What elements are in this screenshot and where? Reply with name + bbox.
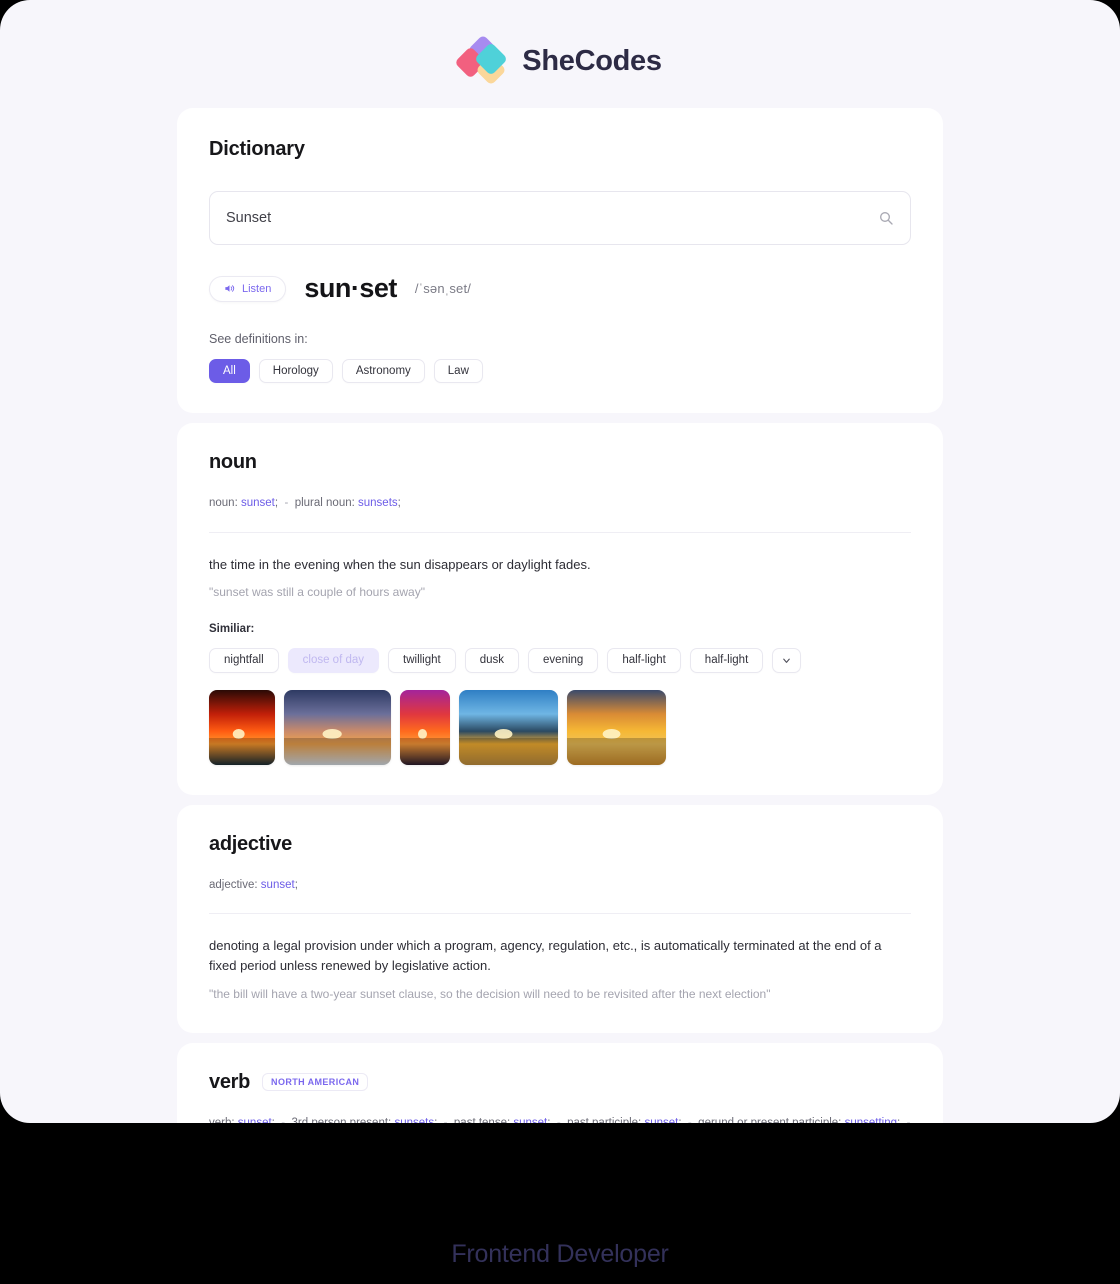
synonym-chip[interactable]: close of day <box>287 647 380 673</box>
definition-text: the time in the evening when the sun dis… <box>209 556 591 572</box>
form-label: adjective: <box>209 878 258 891</box>
forms-separator: - <box>274 1116 292 1123</box>
word-forms: noun: sunset; - plural noun: sunsets; <box>209 494 911 514</box>
sunset-image-thumbnail[interactable] <box>400 689 450 765</box>
form-label: verb: <box>209 1116 235 1123</box>
sunset-image-thumbnail[interactable] <box>567 689 666 765</box>
example-text: "the bill will have a two-year sunset cl… <box>209 986 771 1001</box>
brand-name: SheCodes <box>522 44 662 77</box>
speaker-icon <box>225 285 235 292</box>
phonetic-transcription: /ˈsənˌset/ <box>414 281 472 296</box>
image-strip <box>209 689 911 765</box>
listen-button-label: Listen <box>242 282 272 295</box>
form-word[interactable]: sunset <box>513 1117 547 1123</box>
headword: sun·set <box>304 273 397 303</box>
filter-tab-astronomy[interactable]: Astronomy <box>341 359 425 383</box>
form-word[interactable]: sunsetting <box>845 1117 897 1123</box>
synonym-chip[interactable]: half-light <box>607 647 681 673</box>
filter-tab-all[interactable]: All <box>209 359 250 383</box>
meaning-card-verb: verb NORTH AMERICAN verb: sunset; - 3rd pe… <box>177 1042 943 1123</box>
similar-label: Similiar: <box>209 622 255 635</box>
meanings-list: noun noun: sunset; - plural noun: sunsets… <box>0 423 1120 1123</box>
part-of-speech-title: adjective <box>209 832 292 855</box>
footer-caption: Frontend Developer <box>451 1240 669 1268</box>
form-word[interactable]: sunset <box>261 879 295 891</box>
form-label: plural noun: <box>294 497 355 509</box>
search-field-wrapper[interactable] <box>209 191 911 245</box>
brand-header: SheCodes <box>0 0 1120 86</box>
shecodes-diamonds-logo-icon <box>454 34 512 86</box>
form-label: noun: <box>209 497 238 509</box>
form-word[interactable]: sunset <box>238 1117 272 1123</box>
form-word[interactable]: sunset <box>644 1117 678 1123</box>
part-of-speech-header: verb NORTH AMERICAN <box>209 1071 911 1094</box>
part-of-speech-title: noun <box>209 451 257 473</box>
form-label: past tense: <box>453 1116 511 1123</box>
form-punct: ; <box>294 878 298 891</box>
definition-filter-tabs: All Horology Astronomy Law <box>209 359 911 383</box>
sunset-image-thumbnail[interactable] <box>209 689 275 765</box>
part-of-speech-header: adjective <box>209 833 911 856</box>
form-label: 3rd person present: <box>291 1116 392 1123</box>
filter-tab-horology[interactable]: Horology <box>258 359 333 383</box>
filter-tab-law[interactable]: Law <box>433 359 483 383</box>
headword-row: Listen sun·set /ˈsənˌset/ <box>209 273 911 304</box>
show-more-synonyms-button[interactable] <box>772 647 802 673</box>
forms-separator: - <box>437 1116 454 1123</box>
synonym-chip[interactable]: dusk <box>464 647 520 673</box>
forms-separator: - <box>278 497 295 509</box>
dictionary-search-card: Dictionary Listen sun·set /ˈsənˌset/ See… <box>177 108 943 413</box>
page-title: Dictionary <box>209 138 305 160</box>
synonym-chip[interactable]: twillight <box>388 647 456 673</box>
sunset-image-thumbnail[interactable] <box>459 689 558 765</box>
form-label: past participle: <box>567 1116 642 1123</box>
example-text: "sunset was still a couple of hours away… <box>209 584 425 599</box>
meaning-card-adjective: adjective adjective: sunset; denoting a le… <box>177 804 943 1033</box>
listen-button[interactable]: Listen <box>209 275 287 302</box>
synonym-chip[interactable]: evening <box>528 647 599 673</box>
form-label: gerund or present participle: <box>698 1116 842 1123</box>
synonym-chip[interactable]: nightfall <box>209 647 279 673</box>
section-divider <box>209 531 911 533</box>
synonym-chip[interactable]: half-light <box>689 647 764 673</box>
synonym-chips: nightfall close of day twillight dusk evenin… <box>209 647 911 673</box>
forms-separator: - <box>550 1116 568 1123</box>
definition-text: denoting a legal provision under which a… <box>209 938 882 974</box>
part-of-speech-title: verb <box>209 1070 251 1093</box>
app-page: SheCodes Dictionary Listen sun·set /ˈsən… <box>0 0 1120 1123</box>
word-forms: adjective: sunset; <box>209 876 911 896</box>
see-definitions-label: See definitions in: <box>209 332 308 346</box>
form-punct: ; <box>397 497 401 509</box>
region-badge: NORTH AMERICAN <box>262 1073 369 1092</box>
forms-separator: - <box>681 1116 699 1123</box>
chevron-down-icon <box>783 658 791 663</box>
word-forms: verb: sunset; - 3rd person present: suns… <box>209 1114 911 1123</box>
meaning-card-noun: noun noun: sunset; - plural noun: sunsets… <box>177 423 943 795</box>
search-input[interactable] <box>210 192 910 244</box>
sunset-image-thumbnail[interactable] <box>284 689 391 765</box>
form-word[interactable]: sunsets <box>358 497 398 509</box>
section-divider <box>209 913 911 915</box>
form-word[interactable]: sunset <box>241 497 275 509</box>
form-word[interactable]: sunsets <box>394 1117 434 1123</box>
part-of-speech-header: noun <box>209 451 911 474</box>
